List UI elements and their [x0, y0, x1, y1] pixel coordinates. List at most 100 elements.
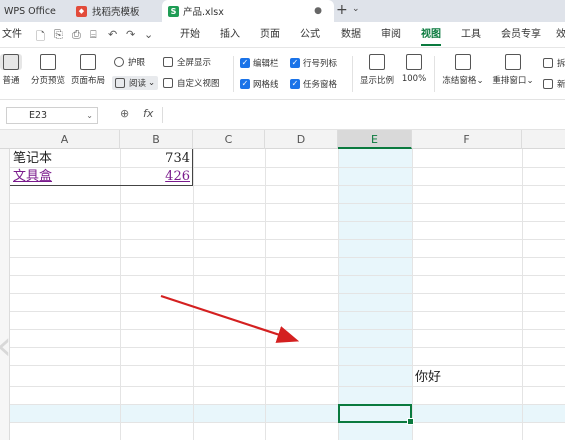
page-break-label: 分页预览 [30, 76, 65, 86]
active-cell-e23[interactable] [338, 404, 414, 425]
eye-icon [114, 57, 124, 67]
cell-b2[interactable]: 426 [122, 168, 190, 186]
gridlines-checkbox[interactable]: ✓ 网格线 [240, 78, 279, 90]
grid-icon [3, 54, 19, 70]
checkbox-checked-icon: ✓ [290, 79, 300, 89]
unsaved-dot-icon[interactable]: ● [314, 6, 322, 16]
tab-templates[interactable]: ◆ 找稻壳模板 [66, 0, 158, 22]
checkbox-checked-icon: ✓ [290, 58, 300, 68]
cell-a1[interactable]: 笔记本 [13, 150, 118, 168]
edit-bar-label: 编辑栏 [253, 59, 279, 69]
menu-view[interactable]: 视图 [421, 22, 441, 48]
table-right-border [192, 149, 193, 186]
name-box[interactable]: E23 ⌄ [6, 107, 98, 124]
fx-icon[interactable]: fx [143, 107, 153, 120]
selected-column-highlight [338, 149, 412, 440]
zoom-100-button[interactable]: 100% [400, 54, 428, 84]
cell-b1[interactable]: 734 [122, 150, 190, 168]
custom-view-button[interactable]: 自定义视图 [163, 77, 220, 89]
grid-line [10, 347, 565, 348]
task-pane-checkbox[interactable]: ✓ 任务窗格 [290, 78, 337, 90]
column-header-f[interactable]: F [412, 130, 522, 149]
reading-mode-button[interactable]: 阅读 ⌄ [112, 76, 159, 90]
menu-formula[interactable]: 公式 [300, 22, 320, 48]
grid-line [10, 239, 565, 240]
full-screen-button[interactable]: 全屏显示 [163, 56, 211, 68]
menu-review[interactable]: 审阅 [381, 22, 401, 48]
spreadsheet-icon: S [168, 5, 179, 17]
red-arrow-line [160, 294, 300, 343]
page-layout-button[interactable]: 页面布局 [70, 54, 106, 86]
menu-file[interactable]: 文件 [2, 22, 22, 48]
task-pane-label: 任务窗格 [303, 80, 338, 90]
custom-view-label: 自定义视图 [177, 79, 220, 89]
name-box-value: E23 [29, 110, 48, 121]
cell-a2[interactable]: 文具盒 [13, 168, 118, 186]
redo-icon[interactable]: ↷ [126, 28, 135, 41]
menu-bar: 文件 🗋 ⎘ ⎙ ⌸ ↶ ↷ ⌄ 开始 插入 页面 公式 数据 审阅 视图 工具… [0, 22, 565, 48]
chevron-down-icon[interactable]: ⌄ [86, 108, 93, 123]
ribbon-separator [233, 56, 234, 92]
freeze-panes-button[interactable]: 冻结窗格⌄ [440, 54, 486, 86]
print-preview-icon[interactable]: ⌸ [90, 28, 97, 42]
column-header-d[interactable]: D [265, 130, 338, 149]
tab-wps-label: WPS Office [4, 5, 56, 17]
column-header-a[interactable]: A [10, 130, 120, 149]
menu-home[interactable]: 开始 [180, 22, 200, 48]
menu-insert[interactable]: 插入 [220, 22, 240, 48]
tab-product-xlsx[interactable]: S 产品.xlsx ● [162, 0, 334, 22]
quick-access-more-icon[interactable]: ⌄ [144, 28, 153, 41]
grid-line [10, 275, 565, 276]
eye-protect-label: 护眼 [128, 58, 146, 68]
chevron-left-icon[interactable]: ‹ [0, 326, 12, 366]
zoom-percent-icon [369, 54, 385, 70]
edit-bar-checkbox[interactable]: ✓ 编辑栏 [240, 57, 279, 69]
column-header-b[interactable]: B [120, 130, 193, 149]
new-tab-plus-icon[interactable]: + [336, 2, 348, 18]
grid-line [10, 293, 565, 294]
undo-icon[interactable]: ↶ [108, 28, 117, 41]
custom-view-icon [163, 78, 173, 88]
chevron-down-icon[interactable]: ⌄ [352, 4, 360, 14]
menu-tools[interactable]: 工具 [461, 22, 481, 48]
template-icon: ◆ [76, 5, 87, 17]
zoom-search-icon[interactable]: ⊕ [120, 107, 129, 120]
reading-dropdown-icon[interactable]: ⌄ [148, 78, 155, 88]
formula-bar: E23 ⌄ ⊕ fx [0, 100, 565, 130]
grid-line [338, 149, 339, 440]
new-window-icon [543, 79, 553, 89]
formula-separator [162, 107, 163, 123]
menu-page[interactable]: 页面 [260, 22, 280, 48]
column-header-c[interactable]: C [193, 130, 265, 149]
new-file-icon[interactable]: 🗋 [36, 28, 45, 47]
freeze-panes-icon [455, 54, 471, 70]
rearrange-icon [505, 54, 521, 70]
split-window-button[interactable]: 拆 [543, 57, 565, 69]
page-break-icon [40, 54, 56, 70]
spreadsheet-grid[interactable]: A B C D E F 笔记本 734 文具盒 426 你好 ‹ [0, 130, 565, 440]
menu-efficiency[interactable]: 效 [556, 22, 565, 48]
zoom-ratio-button[interactable]: 显示比例 [357, 54, 397, 86]
print-icon[interactable]: ⎙ [72, 28, 81, 42]
checkbox-checked-icon: ✓ [240, 58, 250, 68]
cell-f-hello[interactable]: 你好 [415, 369, 515, 387]
split-label: 拆 [557, 59, 565, 69]
page-break-preview-button[interactable]: 分页预览 [28, 54, 68, 86]
row-col-headers-checkbox[interactable]: ✓ 行号列标 [290, 57, 337, 69]
tab-wps-office[interactable]: WPS Office [0, 0, 62, 22]
row-header-strip[interactable] [0, 149, 10, 440]
menu-data[interactable]: 数据 [341, 22, 361, 48]
row-col-headers-label: 行号列标 [303, 59, 338, 69]
grid-line [10, 404, 565, 405]
eye-protect-button[interactable]: 护眼 [114, 56, 145, 68]
open-folder-icon[interactable]: ⎘ [54, 28, 63, 42]
column-header-e[interactable]: E [338, 130, 412, 149]
new-window-button[interactable]: 新 [543, 78, 565, 90]
rearrange-windows-button[interactable]: 重排窗口⌄ [490, 54, 536, 86]
zoom-ratio-label: 显示比例 [359, 76, 394, 86]
menu-member[interactable]: 会员专享 [501, 22, 541, 48]
normal-view-button[interactable]: 普通 [0, 54, 22, 86]
formula-input[interactable] [170, 107, 560, 123]
grid-line [412, 149, 413, 440]
rearrange-label: 重排窗口 [492, 76, 527, 86]
